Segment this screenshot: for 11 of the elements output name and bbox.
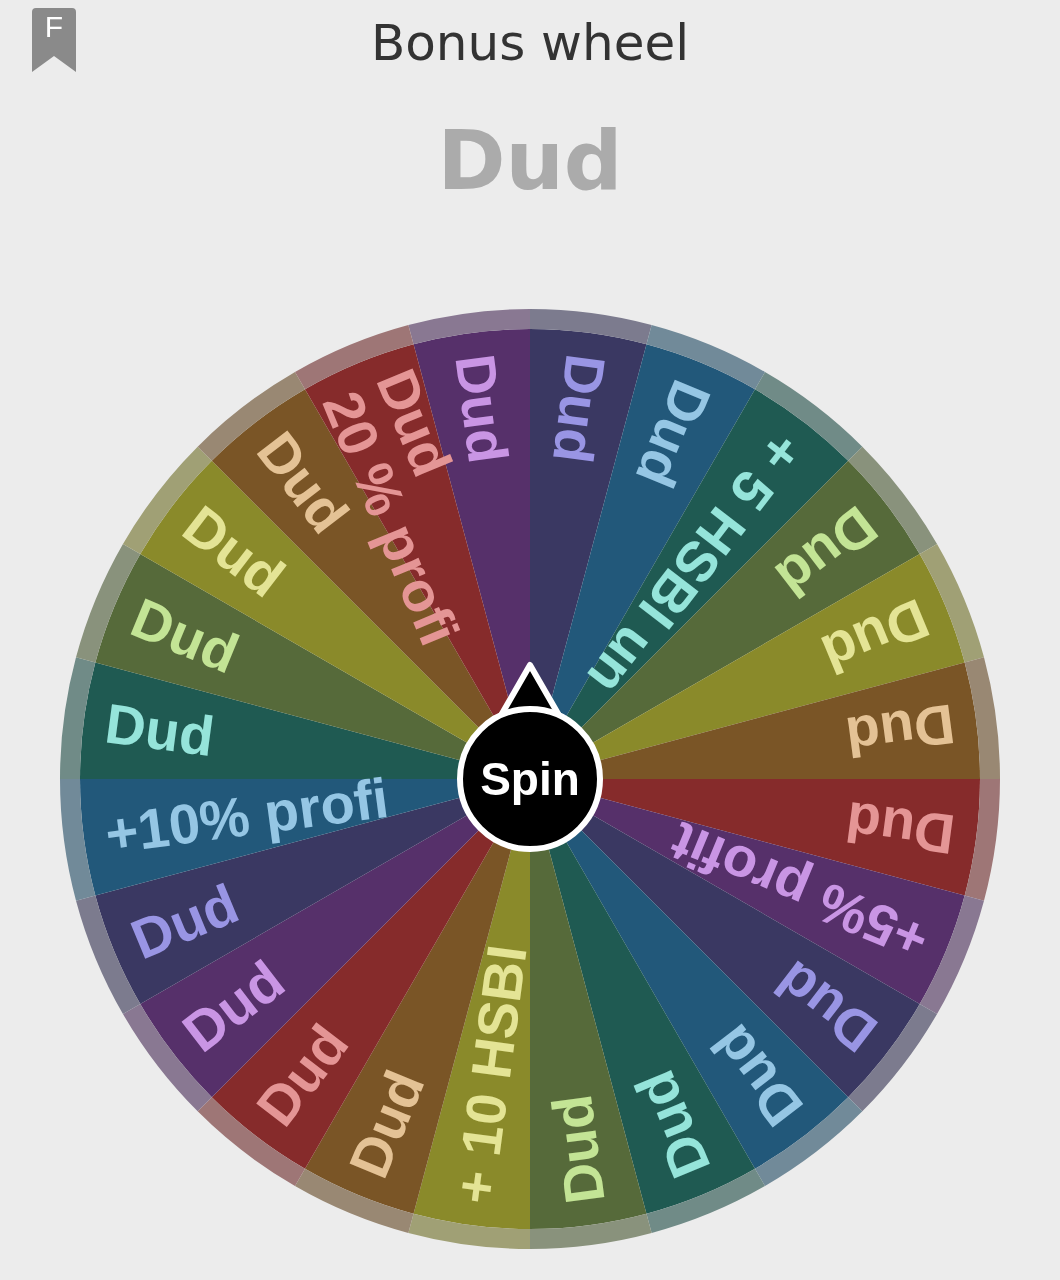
segment-label: Dud	[842, 692, 959, 770]
segment-label: Dud	[122, 871, 247, 972]
segment-label: Dud	[622, 1062, 723, 1187]
segment-label: Dud	[623, 371, 724, 497]
window-title: Bonus wheel	[370, 13, 690, 73]
segment-label: Dud	[540, 350, 618, 467]
segment-label: + 10 HSBI	[442, 941, 539, 1208]
segment-label: Dud	[813, 586, 938, 687]
result-text: Dud	[437, 112, 623, 210]
segment-label: Dud	[842, 789, 959, 867]
segment-label: Dud	[539, 1091, 617, 1208]
